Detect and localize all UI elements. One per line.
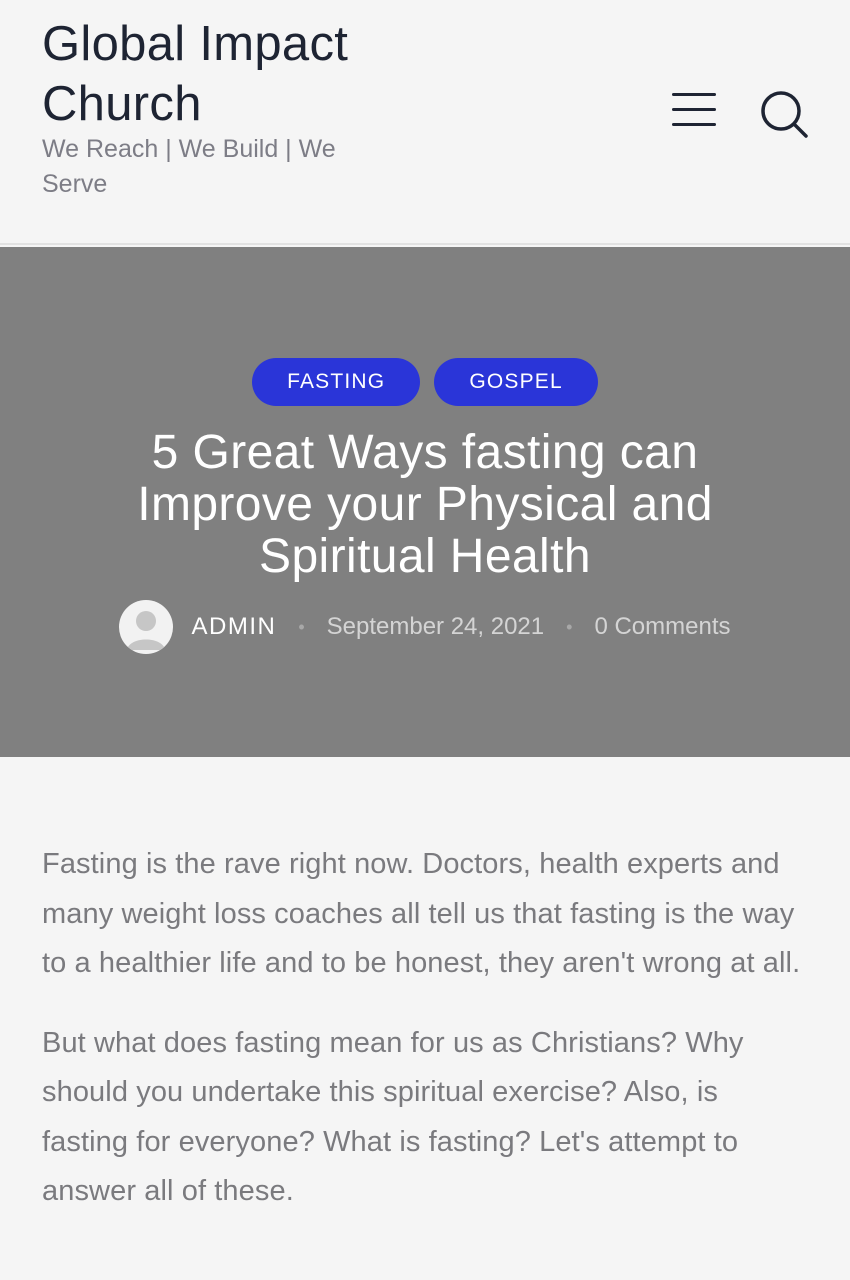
menu-line xyxy=(672,108,716,111)
author-link[interactable]: ADMIN xyxy=(191,613,276,641)
category-gospel[interactable]: GOSPEL xyxy=(434,358,598,406)
menu-line xyxy=(672,123,716,126)
category-fasting[interactable]: FASTING xyxy=(252,358,421,406)
post-content: Fasting is the rave right now. Doctors, … xyxy=(42,840,812,1247)
post-title: 5 Great Ways fasting can Improve your Ph… xyxy=(137,426,713,583)
menu-line xyxy=(672,93,716,96)
user-icon xyxy=(127,611,166,650)
content-paragraph: Fasting is the rave right now. Doctors, … xyxy=(42,848,801,979)
meta-separator: • xyxy=(566,616,573,637)
site-title[interactable]: Global Impact Church xyxy=(42,14,402,134)
site-header: Global Impact Church We Reach | We Build… xyxy=(0,0,850,245)
avatar[interactable] xyxy=(119,600,174,654)
site-tagline: We Reach | We Build | We Serve xyxy=(42,135,336,198)
post-hero: FASTING GOSPEL 5 Great Ways fasting can … xyxy=(0,247,850,757)
search-icon[interactable] xyxy=(758,88,810,140)
meta-separator: • xyxy=(298,616,305,637)
hamburger-icon[interactable] xyxy=(670,90,718,130)
post-date: September 24, 2021 xyxy=(326,613,545,640)
category-list: FASTING GOSPEL xyxy=(0,358,850,406)
comments-link[interactable]: 0 Comments xyxy=(594,613,730,641)
post-meta: ADMIN • September 24, 2021 • 0 Comments xyxy=(0,600,850,654)
search-icon-svg xyxy=(761,91,808,138)
content-paragraph: But what does fasting mean for us as Chr… xyxy=(42,1026,744,1208)
